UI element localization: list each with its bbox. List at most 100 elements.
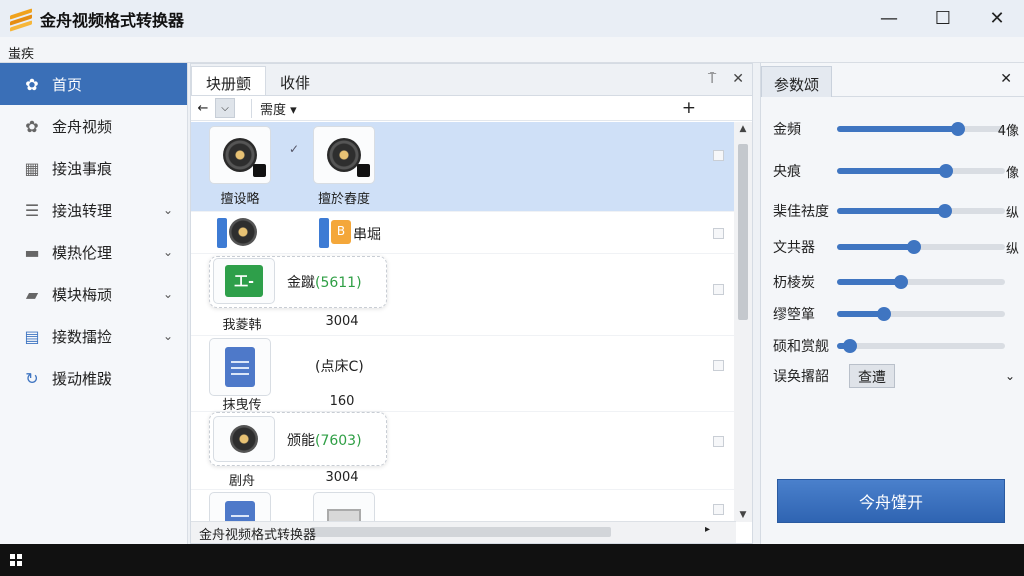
chevron-down-icon: ⌄ [162, 329, 173, 343]
sidebar-item-label: 模热伦理 [52, 243, 113, 262]
file-size: 3004 [325, 314, 359, 329]
status-text: 金舟视频格式转换器 [199, 528, 317, 543]
check-icon: ✓ [289, 142, 300, 156]
row-checkbox[interactable] [713, 228, 724, 239]
camera-icon: ▰ [25, 284, 39, 304]
sidebar-item-3[interactable]: ▦ 接浊事痕 [0, 147, 187, 189]
param-slider[interactable] [837, 164, 1005, 178]
close-icon[interactable]: ✕ [1000, 71, 1012, 87]
list-item[interactable]: ✓ 擅设略 擅於舂度 [191, 122, 736, 212]
slider-fill [837, 126, 958, 132]
row-checkbox[interactable] [713, 504, 724, 515]
file-toolbar: ← ⌵ 需度 ▾ + [191, 96, 752, 121]
close-button[interactable]: ✕ [970, 0, 1024, 37]
disc-icon [223, 138, 266, 177]
file-panel: 块册颤 收俳 ⍑ ✕ ← ⌵ 需度 ▾ + ✓ 擅设略 擅於舂度 B 串堀 工-… [190, 63, 753, 544]
maximize-button[interactable]: ☐ [916, 0, 970, 37]
close-icon[interactable]: ✕ [732, 71, 744, 87]
param-unit: 像 [1005, 165, 1019, 181]
row-checkbox[interactable] [713, 436, 724, 447]
sidebar-item-5[interactable]: ▬ 模热伦理 ⌄ [0, 231, 187, 273]
file-thumbnail[interactable] [313, 492, 375, 522]
start-button[interactable]: 今舟馑开 [777, 479, 1005, 523]
refresh-icon: ↻ [25, 368, 39, 388]
disc-icon [229, 218, 257, 246]
film-gear-icon: ✿ [25, 116, 39, 136]
param-slider[interactable] [837, 122, 1005, 136]
tab-parameters[interactable]: 参数颂 [761, 66, 833, 97]
slider-knob[interactable] [939, 164, 954, 178]
tab-favorites[interactable]: 收俳 [266, 66, 324, 95]
scroll-right-icon[interactable]: ▸ [705, 524, 710, 535]
file-thumbnail[interactable] [313, 126, 375, 184]
slider-knob[interactable] [843, 339, 858, 353]
window-icon: ▬ [24, 242, 40, 262]
sidebar-item-8[interactable]: ↻ 援动椎跋 [0, 357, 187, 399]
sidebar-item-video[interactable]: ✿ 金舟视频 [0, 105, 187, 147]
file-name: 剧舟 [228, 474, 255, 489]
param-row: 央痕 像 [773, 160, 1019, 182]
param-row: 杤棱炭 [773, 271, 1019, 293]
vertical-scrollbar[interactable]: ▲ ▼ [734, 122, 752, 522]
windows-start-icon[interactable] [10, 554, 22, 566]
list-item[interactable]: B 串堀 [191, 212, 736, 254]
document-icon [225, 501, 255, 522]
slider-knob[interactable] [907, 240, 922, 254]
scroll-up-icon[interactable]: ▲ [734, 124, 752, 134]
add-file-button[interactable]: + [682, 98, 696, 118]
list-item[interactable] [191, 490, 736, 522]
file-tabs: 块册颤 收俳 ⍑ ✕ [191, 64, 752, 96]
chevron-down-icon[interactable]: ⌄ [1005, 369, 1015, 383]
row-checkbox[interactable] [713, 284, 724, 295]
param-slider[interactable] [837, 307, 1005, 321]
slider-knob[interactable] [937, 204, 952, 218]
list-item[interactable]: 工- 金蹴(5611) 我菱韩 3004 [191, 254, 736, 336]
tab-files[interactable]: 块册颤 [191, 66, 267, 95]
disc-icon [230, 425, 258, 453]
sidebar-item-label: 接数擂捡 [52, 327, 113, 346]
menu-bar: 蚩疾 [0, 37, 1024, 63]
scroll-thumb[interactable] [738, 144, 748, 320]
param-slider[interactable] [837, 204, 1005, 218]
file-thumbnail[interactable]: 工- [213, 258, 275, 304]
sidebar-item-4[interactable]: ☰ 接浊转理 ⌄ [0, 189, 187, 231]
param-slider[interactable] [837, 339, 1005, 353]
sidebar-item-home[interactable]: ✿ 首页 [0, 63, 187, 105]
param-row: 文共器 纵 [773, 236, 1019, 258]
sidebar-item-label: 接浊转理 [52, 201, 113, 220]
param-slider[interactable] [837, 275, 1005, 289]
slider-knob[interactable] [950, 122, 965, 136]
back-arrow-icon[interactable]: ← [191, 101, 215, 116]
minimize-button[interactable]: — [862, 0, 916, 37]
list-item[interactable]: 颁能(7603) 剧舟 3004 [191, 412, 736, 490]
list-item[interactable]: (点床C) 抹曳传 160 [191, 336, 736, 413]
row-checkbox[interactable] [713, 150, 724, 161]
param-label: 文共器 [773, 240, 815, 256]
scroll-down-icon[interactable]: ▼ [734, 510, 752, 520]
slider-knob[interactable] [877, 307, 892, 321]
dropdown-button[interactable]: ⌵ [215, 98, 235, 118]
file-thumbnail[interactable] [209, 126, 271, 184]
param-slider[interactable] [837, 240, 1005, 254]
slider-fill [837, 168, 947, 174]
pin-icon [319, 218, 329, 248]
sort-dropdown[interactable]: 需度 ▾ [251, 98, 297, 118]
horizontal-scrollbar[interactable] [311, 527, 611, 537]
sidebar-item-6[interactable]: ▰ 模块梅顽 ⌄ [0, 273, 187, 315]
param-label: 缪箜箪 [773, 307, 815, 323]
spreadsheet-icon: 工- [225, 265, 263, 297]
sidebar-item-label: 援动椎跋 [52, 369, 113, 388]
menu-item[interactable]: 蚩疾 [8, 47, 34, 62]
file-thumbnail[interactable] [213, 416, 275, 462]
pin-icon[interactable]: ⍑ [708, 71, 716, 87]
file-thumbnail[interactable] [209, 338, 271, 396]
file-thumbnail[interactable] [209, 492, 271, 522]
tooltip-text: 金蹴(5611) [287, 275, 362, 291]
slider-knob[interactable] [893, 275, 908, 289]
disc-icon [327, 138, 370, 177]
sidebar-item-7[interactable]: ▤ 接数擂捡 ⌄ [0, 315, 187, 357]
param-unit: 纵 [1005, 241, 1019, 257]
preset-select[interactable]: 查遭 [849, 364, 895, 388]
row-checkbox[interactable] [713, 360, 724, 371]
param-row: 硕和赏舰 [773, 335, 1019, 357]
